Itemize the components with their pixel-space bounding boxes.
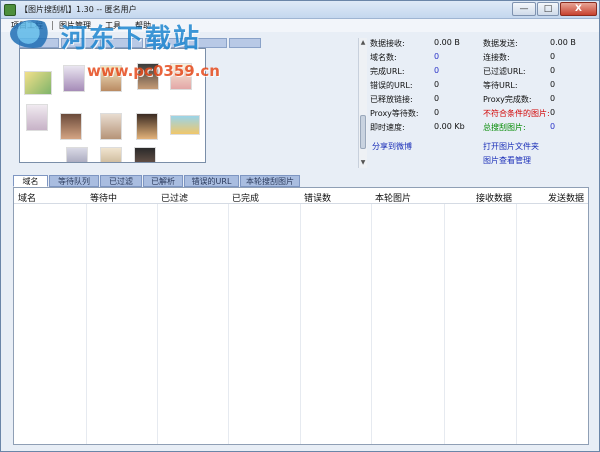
stat-value-data-sent: 0.00 B [550, 38, 576, 47]
stat-value-data-received: 0.00 B [434, 38, 460, 47]
grid-column-divider [371, 188, 372, 444]
minimize-button[interactable]: — [512, 2, 536, 16]
thumbnail-image[interactable] [66, 147, 88, 162]
grid-column-divider [516, 188, 517, 444]
data-grid[interactable]: 域名 等待中 已过滤 已完成 错误数 本轮图片 接收数据 发送数据 [13, 187, 589, 445]
stat-value-instant-speed: 0.00 Kb [434, 122, 465, 131]
tab-error-url[interactable]: 错误的URL [184, 175, 239, 187]
thumbnail-image[interactable] [134, 147, 156, 162]
image-manager-link[interactable]: 图片查看管理 [483, 155, 531, 166]
stat-label-waiting-url: 等待URL: [483, 81, 518, 90]
stat-label-error-url: 错误的URL: [370, 81, 413, 90]
tab-domains[interactable]: 域名 [13, 175, 48, 187]
close-button[interactable]: X [560, 2, 597, 16]
thumbnail-image[interactable] [100, 147, 122, 162]
stat-value-domains: 0 [434, 52, 440, 61]
data-tab-strip: 域名 等待队列 已过滤 已解析 错误的URL 本轮搜刮图片 [13, 175, 595, 187]
window-title: 【图片搜刮机】1.30 -- 匿名用户 [20, 5, 137, 14]
stat-value-filtered-url: 0 [550, 66, 556, 75]
stat-value-completed-url: 0 [434, 66, 440, 75]
column-header-received-data[interactable]: 接收数据 [476, 191, 512, 204]
grid-header: 域名 等待中 已过滤 已完成 错误数 本轮图片 接收数据 发送数据 [14, 188, 588, 204]
tab-round-images[interactable]: 本轮搜刮图片 [240, 175, 300, 187]
preview-tab[interactable] [229, 38, 261, 48]
thumbnail-image[interactable] [24, 71, 52, 95]
stat-label-total-images: 总搜刮图片: [483, 123, 526, 132]
stat-label-data-received: 数据接收: [370, 39, 405, 48]
stat-value-proxy-waiting: 0 [434, 108, 440, 117]
stat-label-released-links: 已释放链接: [370, 95, 413, 104]
column-header-completed[interactable]: 已完成 [232, 191, 259, 204]
share-weibo-link[interactable]: 分享到微博 [372, 141, 412, 152]
stats-scrollbar[interactable]: ▲ ▼ [358, 38, 367, 168]
stat-label-domains: 域名数: [370, 53, 397, 62]
maximize-button[interactable]: □ [537, 2, 559, 16]
app-window: 【图片搜刮机】1.30 -- 匿名用户 — □ X 项目工程 图片管理 工具 帮… [0, 0, 600, 452]
thumbnail-image[interactable] [100, 113, 122, 140]
open-image-folder-link[interactable]: 打开图片文件夹 [483, 141, 539, 152]
stat-label-filtered-url: 已过滤URL: [483, 67, 526, 76]
grid-column-divider [228, 188, 229, 444]
stat-label-data-sent: 数据发送: [483, 39, 518, 48]
stat-value-connections: 0 [550, 52, 556, 61]
scrollbar-thumb[interactable] [360, 115, 366, 149]
stat-value-proxy-completed: 0 [550, 94, 556, 103]
title-bar[interactable]: 【图片搜刮机】1.30 -- 匿名用户 — □ X [1, 1, 599, 19]
watermark-logo-icon [10, 20, 56, 48]
thumbnail-image[interactable] [60, 113, 82, 140]
stat-value-total-images: 0 [550, 122, 556, 131]
column-header-round-images[interactable]: 本轮图片 [375, 191, 411, 204]
stat-value-waiting-url: 0 [550, 80, 556, 89]
stat-label-proxy-completed: Proxy完成数: [483, 95, 532, 104]
grid-column-divider [157, 188, 158, 444]
thumbnail-image[interactable] [170, 115, 200, 135]
tab-parsed[interactable]: 已解析 [143, 175, 183, 187]
column-header-waiting[interactable]: 等待中 [90, 191, 117, 204]
stat-value-rejected-images: 0 [550, 108, 556, 117]
stat-label-rejected-images: 不符合条件的图片: [483, 109, 550, 118]
thumbnail-image[interactable] [63, 65, 85, 92]
thumbnail-image[interactable] [26, 104, 48, 131]
grid-column-divider [444, 188, 445, 444]
stat-label-instant-speed: 即时速度: [370, 123, 405, 132]
grid-column-divider [86, 188, 87, 444]
app-icon [4, 4, 16, 16]
column-header-errors[interactable]: 错误数 [304, 191, 331, 204]
watermark-url: www.pc0359.cn [87, 62, 220, 80]
stat-value-released-links: 0 [434, 94, 440, 103]
column-header-filtered[interactable]: 已过滤 [161, 191, 188, 204]
tab-filtered[interactable]: 已过滤 [100, 175, 142, 187]
scroll-down-arrow-icon[interactable]: ▼ [360, 159, 366, 166]
scroll-up-arrow-icon[interactable]: ▲ [360, 39, 366, 46]
tab-waiting-queue[interactable]: 等待队列 [49, 175, 99, 187]
column-header-sent-data[interactable]: 发送数据 [548, 191, 584, 204]
stat-value-error-url: 0 [434, 80, 440, 89]
grid-column-divider [300, 188, 301, 444]
thumbnail-image[interactable] [136, 113, 158, 140]
stat-label-completed-url: 完成URL: [370, 67, 405, 76]
watermark-title: 河东下载站 [61, 24, 202, 54]
stat-label-connections: 连接数: [483, 53, 510, 62]
column-header-domain[interactable]: 域名 [18, 191, 36, 204]
stat-label-proxy-waiting: Proxy等待数: [370, 109, 419, 118]
